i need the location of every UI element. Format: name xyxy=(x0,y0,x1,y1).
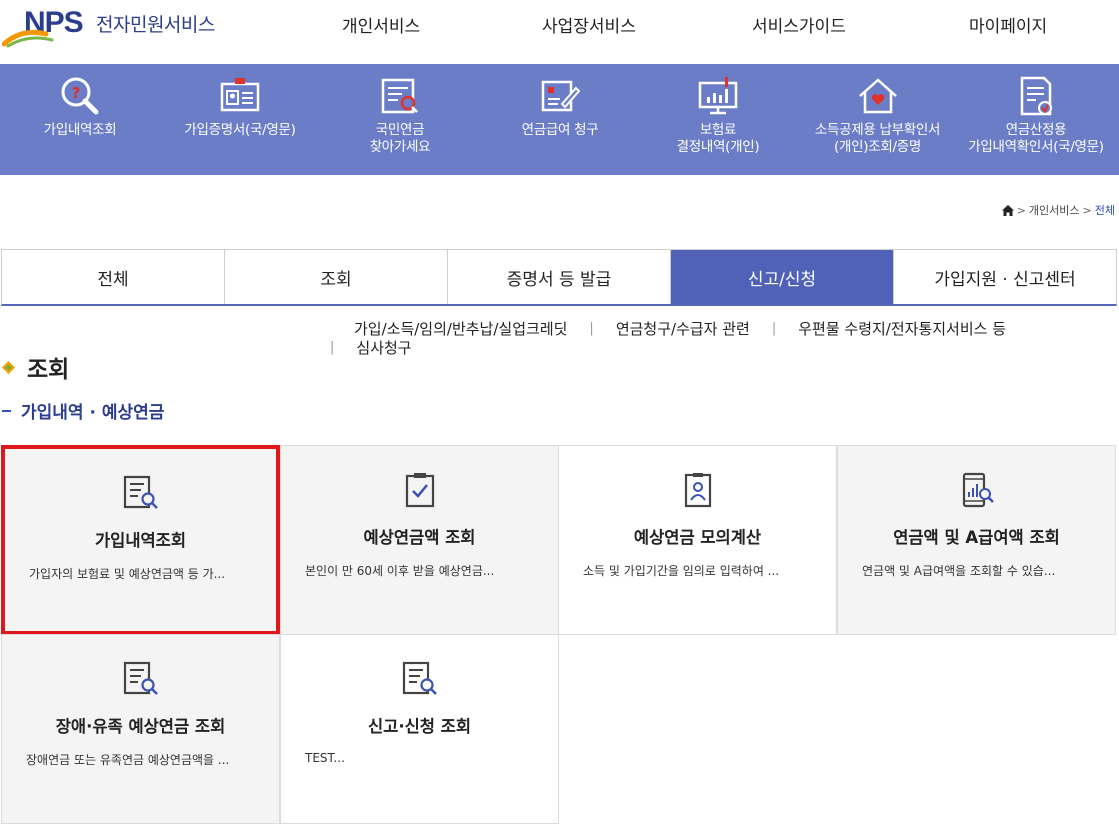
card-title: 가입내역조회 xyxy=(94,531,187,550)
quick-label: 소득공제용 납부확인서 (개인)조회/증명 xyxy=(814,122,941,155)
breadcrumb: > 개인서비스 > 전체 xyxy=(1001,202,1115,218)
home-icon[interactable] xyxy=(1001,204,1014,216)
sublink-pension-claim[interactable]: 연금청구/수급자 관련 xyxy=(616,318,750,339)
document-search-icon xyxy=(123,475,158,509)
breadcrumb-separator: > xyxy=(1082,203,1092,217)
card-pension-amount[interactable]: 연금액 및 A급여액 조회 연금액 및 A급여액을 조회할 수 있습... xyxy=(837,445,1116,635)
card-description: 가입자의 보험료 및 예상연금액 등 가... xyxy=(29,567,226,581)
quick-item-premium-decision[interactable]: 보험료 결정내역(개인) xyxy=(658,64,778,175)
tab-support-center[interactable]: 가입지원 · 신고센터 xyxy=(894,250,1116,304)
sublink-enrollment[interactable]: 가입/소득/임의/반추납/실업크레딧 xyxy=(354,318,567,339)
tab-all[interactable]: 전체 xyxy=(2,250,225,304)
quick-label: 가입증명서(국/영문) xyxy=(184,122,296,138)
card-description: TEST... xyxy=(305,751,345,765)
nav-business[interactable]: 사업장서비스 xyxy=(542,12,636,37)
section-title-text: 조회 xyxy=(27,357,70,383)
quick-label: 가입내역조회 xyxy=(43,122,117,138)
card-description: 연금액 및 A급여액을 조회할 수 있습... xyxy=(862,564,1056,578)
nav-personal[interactable]: 개인서비스 xyxy=(342,12,420,37)
clipboard-check-icon xyxy=(405,473,434,508)
section-subtitle-text: 가입내역 · 예상연금 xyxy=(21,403,165,423)
search-question-icon: ? xyxy=(61,77,99,115)
sub-category-links: 가입/소득/임의/반추납/실업크레딧 | 연금청구/수급자 관련 | 우편물 수… xyxy=(330,318,1090,358)
sublink-divider: | xyxy=(589,321,594,336)
sublink-review-claim[interactable]: 심사청구 xyxy=(356,337,411,358)
card-title: 예상연금 모의계산 xyxy=(633,528,762,547)
quick-label: 연금급여 청구 xyxy=(521,122,599,138)
house-heart-icon xyxy=(858,78,897,114)
quick-item-tax-payment-certificate[interactable]: 소득공제용 납부확인서 (개인)조회/증명 xyxy=(800,64,955,175)
tab-inquiry[interactable]: 조회 xyxy=(225,250,448,304)
quick-label: 보험료 결정내역(개인) xyxy=(676,122,760,155)
card-description: 소득 및 가입기간을 임의로 입력하여 ... xyxy=(583,564,780,578)
document-check-icon xyxy=(1020,76,1052,116)
sublink-divider: | xyxy=(771,321,777,336)
form-pen-icon xyxy=(541,80,581,112)
sublink-mail-notice[interactable]: 우편물 수령지/전자통지서비스 등 xyxy=(798,318,1006,339)
quick-label: 연금산정용 가입내역확인서(국/영문) xyxy=(968,122,1104,155)
quick-menu: ? 가입내역조회 가입증명서(국/영문) 국민연금 찾아가세요 연금급여 청구 … xyxy=(0,64,1119,175)
card-title: 연금액 및 A급여액 조회 xyxy=(893,528,1060,547)
card-description: 본인이 만 60세 이후 받을 예상연금... xyxy=(305,564,495,578)
quick-item-find-pension[interactable]: 국민연금 찾아가세요 xyxy=(340,64,460,175)
id-card-icon xyxy=(220,78,260,112)
sublink-divider: | xyxy=(330,340,335,355)
card-enrollment-inquiry[interactable]: 가입내역조회 가입자의 보험료 및 예상연금액 등 가... xyxy=(1,445,280,635)
nav-guide[interactable]: 서비스가이드 xyxy=(752,12,846,37)
card-expected-pension[interactable]: 예상연금액 조회 본인이 만 60세 이후 받을 예상연금... xyxy=(280,445,559,635)
site-header: NPS 전자민원서비스 개인서비스 사업장서비스 서비스가이드 마이페이지 xyxy=(0,0,1119,64)
card-title: 장애·유족 예상연금 조회 xyxy=(55,717,226,736)
monitor-chart-icon xyxy=(698,77,738,115)
breadcrumb-item[interactable]: 개인서비스 xyxy=(1029,202,1080,218)
quick-item-benefit-claim[interactable]: 연금급여 청구 xyxy=(500,64,620,175)
quick-item-certificate[interactable]: 가입증명서(국/영문) xyxy=(160,64,320,175)
breadcrumb-separator: > xyxy=(1016,203,1026,217)
clipboard-user-icon xyxy=(684,473,711,508)
card-title: 신고·신청 조회 xyxy=(367,717,472,736)
document-search-icon xyxy=(381,78,418,114)
phone-chart-icon xyxy=(962,472,994,508)
section-subtitle: 가입내역 · 예상연금 xyxy=(2,398,164,423)
section-title: 조회 xyxy=(2,350,69,384)
breadcrumb-current: 전체 xyxy=(1094,204,1115,217)
category-tabs: 전체 조회 증명서 등 발급 신고/신청 가입지원 · 신고센터 xyxy=(1,249,1117,306)
document-search-icon xyxy=(402,661,437,695)
dash-bullet xyxy=(2,409,11,412)
tab-certificate[interactable]: 증명서 등 발급 xyxy=(448,250,671,304)
card-description: 장애연금 또는 유족연금 예상연금액을 ... xyxy=(26,753,230,767)
card-pension-simulation[interactable]: 예상연금 모의계산 소득 및 가입기간을 임의로 입력하여 ... xyxy=(558,445,837,635)
card-report-inquiry[interactable]: 신고·신청 조회 TEST... xyxy=(280,634,559,824)
tab-report-apply[interactable]: 신고/신청 xyxy=(671,250,894,304)
quick-item-enrollment-inquiry[interactable]: ? 가입내역조회 xyxy=(20,64,140,175)
quick-item-enrollment-confirmation[interactable]: 연금산정용 가입내역확인서(국/영문) xyxy=(955,64,1117,175)
svg-text:?: ? xyxy=(72,84,81,102)
nav-mypage[interactable]: 마이페이지 xyxy=(969,12,1047,37)
main-nav: 개인서비스 사업장서비스 서비스가이드 마이페이지 xyxy=(0,12,1119,40)
quick-label: 국민연금 찾아가세요 xyxy=(369,122,431,155)
document-search-icon xyxy=(123,661,158,695)
diamond-bullet-icon xyxy=(2,360,15,374)
card-disability-survivor[interactable]: 장애·유족 예상연금 조회 장애연금 또는 유족연금 예상연금액을 ... xyxy=(1,634,280,824)
card-title: 예상연금액 조회 xyxy=(363,528,476,547)
